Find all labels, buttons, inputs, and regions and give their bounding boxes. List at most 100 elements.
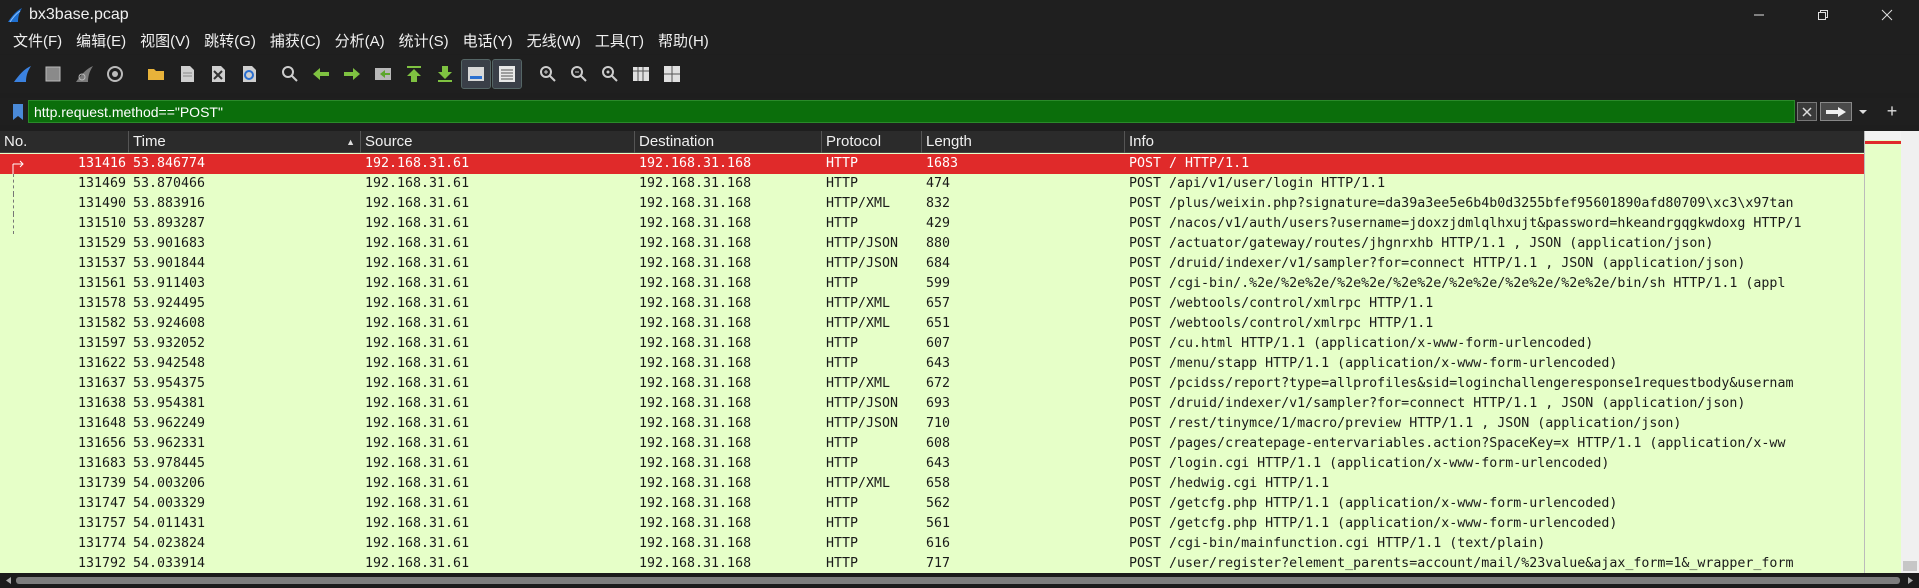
menu-tools[interactable]: 工具(T) bbox=[588, 29, 651, 54]
clear-filter-icon[interactable] bbox=[1797, 102, 1817, 121]
packet-length-cell: 658 bbox=[926, 476, 951, 491]
packet-time-cell: 53.870466 bbox=[133, 176, 206, 191]
column-header-no[interactable]: No. bbox=[0, 131, 129, 153]
packet-source-cell: 192.168.31.61 bbox=[365, 276, 470, 291]
autoscroll-icon[interactable] bbox=[461, 59, 491, 89]
open-folder-icon[interactable] bbox=[142, 60, 170, 88]
minimize-icon[interactable] bbox=[1727, 0, 1791, 29]
first-packet-icon[interactable] bbox=[400, 60, 428, 88]
horizontal-scroll-thumb[interactable] bbox=[16, 577, 1900, 584]
packet-protocol-cell: HTTP bbox=[826, 356, 859, 371]
packet-row[interactable]: 131622 53.942548 192.168.31.61 192.168.31.1… bbox=[0, 354, 1864, 374]
packet-row[interactable]: 131561 53.911403 192.168.31.61 192.168.31.1… bbox=[0, 274, 1864, 294]
reload-icon[interactable] bbox=[235, 60, 263, 88]
menu-telephony[interactable]: 电话(Y) bbox=[456, 29, 520, 54]
close-icon[interactable] bbox=[1855, 0, 1919, 29]
column-header-info[interactable]: Info bbox=[1125, 131, 1864, 153]
bookmark-icon[interactable] bbox=[6, 100, 30, 124]
file-icon[interactable] bbox=[173, 60, 201, 88]
packet-time-cell: 54.003206 bbox=[133, 476, 206, 491]
vertical-scroll-thumb[interactable] bbox=[1903, 561, 1917, 571]
vertical-scrollbar[interactable] bbox=[1901, 131, 1919, 573]
menu-analyze[interactable]: 分析(A) bbox=[328, 29, 392, 54]
display-filter-input[interactable] bbox=[28, 100, 1795, 123]
chevron-down-icon[interactable] bbox=[1854, 102, 1872, 121]
column-header-source[interactable]: Source bbox=[361, 131, 635, 153]
packet-row[interactable]: 131739 54.003206 192.168.31.61 192.168.31.1… bbox=[0, 474, 1864, 494]
packet-length-cell: 562 bbox=[926, 496, 951, 511]
packet-row[interactable]: 131656 53.962331 192.168.31.61 192.168.31.1… bbox=[0, 434, 1864, 454]
menu-go[interactable]: 跳转(G) bbox=[197, 29, 263, 54]
packet-info-cell: POST /login.cgi HTTP/1.1 (application/x-… bbox=[1129, 456, 1610, 471]
packet-row[interactable]: 131757 54.011431 192.168.31.61 192.168.31.1… bbox=[0, 514, 1864, 534]
packet-row[interactable]: 131490 53.883916 192.168.31.61 192.168.31.1… bbox=[0, 194, 1864, 214]
layout-icon[interactable] bbox=[658, 60, 686, 88]
packet-info-cell: POST /api/v1/user/login HTTP/1.1 bbox=[1129, 176, 1386, 191]
menu-statistics[interactable]: 统计(S) bbox=[392, 29, 456, 54]
packet-row[interactable]: 131637 53.954375 192.168.31.61 192.168.31.1… bbox=[0, 374, 1864, 394]
column-header-time[interactable]: Time ▲ bbox=[129, 131, 361, 153]
search-icon[interactable] bbox=[276, 60, 304, 88]
packet-row[interactable]: 131597 53.932052 192.168.31.61 192.168.31.1… bbox=[0, 334, 1864, 354]
close-file-icon[interactable] bbox=[204, 60, 232, 88]
packet-row[interactable]: 131469 53.870466 192.168.31.61 192.168.31.1… bbox=[0, 174, 1864, 194]
packet-row[interactable]: 131578 53.924495 192.168.31.61 192.168.31.1… bbox=[0, 294, 1864, 314]
packet-row[interactable]: 131792 54.033914 192.168.31.61 192.168.31.1… bbox=[0, 554, 1864, 573]
packet-row[interactable]: 131774 54.023824 192.168.31.61 192.168.31.1… bbox=[0, 534, 1864, 554]
menu-wireless[interactable]: 无线(W) bbox=[520, 29, 588, 54]
menu-capture[interactable]: 捕获(C) bbox=[263, 29, 328, 54]
zoom-out-icon[interactable] bbox=[565, 60, 593, 88]
stop-square-icon[interactable] bbox=[39, 60, 67, 88]
packet-length-cell: 561 bbox=[926, 516, 951, 531]
scroll-right-icon[interactable] bbox=[1906, 576, 1915, 585]
go-to-packet-icon[interactable] bbox=[369, 60, 397, 88]
zoom-in-icon[interactable] bbox=[534, 60, 562, 88]
restart-fin-icon[interactable] bbox=[70, 60, 98, 88]
packet-time-cell: 53.911403 bbox=[133, 276, 206, 291]
packet-info-cell: POST /cgi-bin/.%2e/%2e%2e/%2e%2e/%2e%2e/… bbox=[1129, 276, 1786, 291]
packet-row[interactable]: 131416 53.846774 192.168.31.61 192.168.31.1… bbox=[0, 154, 1864, 174]
minimap-selected-marker bbox=[1865, 141, 1902, 144]
horizontal-scrollbar[interactable] bbox=[0, 573, 1919, 588]
packet-source-cell: 192.168.31.61 bbox=[365, 556, 470, 571]
packet-number-text: 131469 bbox=[77, 176, 126, 191]
column-header-destination[interactable]: Destination bbox=[635, 131, 822, 153]
packet-list[interactable]: No. Time ▲ Source Destination Protocol Le… bbox=[0, 131, 1919, 573]
packet-row[interactable]: 131537 53.901844 192.168.31.61 192.168.31.1… bbox=[0, 254, 1864, 274]
packet-row[interactable]: 131510 53.893287 192.168.31.61 192.168.31.1… bbox=[0, 214, 1864, 234]
back-arrow-icon[interactable] bbox=[307, 60, 335, 88]
zoom-reset-icon[interactable] bbox=[596, 60, 624, 88]
menu-file[interactable]: 文件(F) bbox=[6, 29, 69, 54]
shark-fin-start-icon[interactable] bbox=[8, 60, 36, 88]
add-filter-button-icon[interactable]: + bbox=[1880, 100, 1904, 123]
menu-view[interactable]: 视图(V) bbox=[133, 29, 197, 54]
packet-number-cell: 131638 bbox=[77, 396, 126, 411]
scroll-left-icon[interactable] bbox=[4, 576, 13, 585]
resize-columns-icon[interactable] bbox=[627, 60, 655, 88]
column-header-protocol[interactable]: Protocol bbox=[822, 131, 922, 153]
capture-options-gear-icon[interactable] bbox=[101, 60, 129, 88]
menu-help[interactable]: 帮助(H) bbox=[651, 29, 716, 54]
column-header-length[interactable]: Length bbox=[922, 131, 1125, 153]
packet-minimap[interactable] bbox=[1864, 131, 1902, 573]
packet-source-cell: 192.168.31.61 bbox=[365, 376, 470, 391]
packet-protocol-cell: HTTP bbox=[826, 276, 859, 291]
packet-length-cell: 608 bbox=[926, 436, 951, 451]
packet-length-cell: 880 bbox=[926, 236, 951, 251]
packet-row[interactable]: 131638 53.954381 192.168.31.61 192.168.31.1… bbox=[0, 394, 1864, 414]
colorize-icon[interactable] bbox=[492, 59, 522, 89]
apply-filter-arrow-icon[interactable] bbox=[1820, 102, 1852, 121]
packet-source-cell: 192.168.31.61 bbox=[365, 516, 470, 531]
forward-arrow-icon[interactable] bbox=[338, 60, 366, 88]
packet-destination-cell: 192.168.31.168 bbox=[639, 456, 752, 471]
packet-row[interactable]: 131648 53.962249 192.168.31.61 192.168.31.1… bbox=[0, 414, 1864, 434]
last-packet-icon[interactable] bbox=[431, 60, 459, 88]
restore-icon[interactable] bbox=[1791, 0, 1855, 29]
packet-row[interactable]: 131529 53.901683 192.168.31.61 192.168.31.1… bbox=[0, 234, 1864, 254]
packet-row[interactable]: 131683 53.978445 192.168.31.61 192.168.31.1… bbox=[0, 454, 1864, 474]
menu-edit[interactable]: 编辑(E) bbox=[69, 29, 133, 54]
packet-protocol-cell: HTTP bbox=[826, 536, 859, 551]
packet-row[interactable]: 131747 54.003329 192.168.31.61 192.168.31.1… bbox=[0, 494, 1864, 514]
packet-protocol-cell: HTTP/XML bbox=[826, 196, 891, 211]
packet-row[interactable]: 131582 53.924608 192.168.31.61 192.168.31.1… bbox=[0, 314, 1864, 334]
